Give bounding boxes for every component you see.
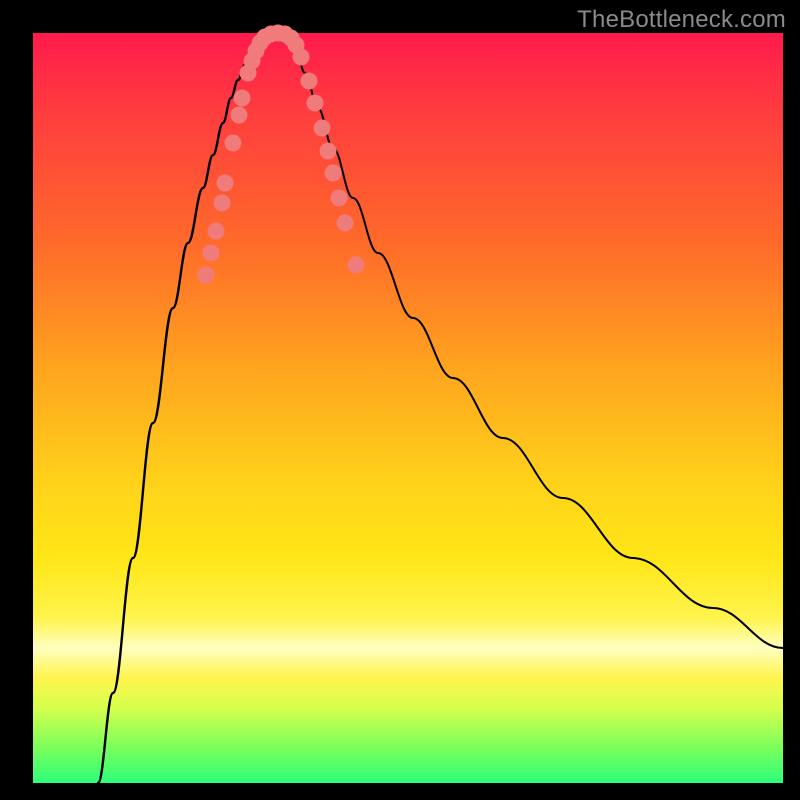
data-marker: [307, 95, 324, 112]
data-marker: [301, 73, 318, 90]
data-marker: [314, 120, 331, 137]
data-marker: [325, 165, 342, 182]
data-marker: [348, 257, 365, 274]
data-marker: [331, 190, 348, 207]
data-marker: [234, 90, 251, 107]
marker-group: [198, 25, 365, 284]
watermark-text: TheBottleneck.com: [577, 6, 786, 34]
curve-right-branch: [288, 35, 783, 648]
data-marker: [217, 175, 234, 192]
data-marker: [320, 143, 337, 160]
data-marker: [214, 195, 231, 212]
data-marker: [198, 267, 215, 284]
data-marker: [293, 49, 310, 66]
data-marker: [231, 107, 248, 124]
chart-frame: TheBottleneck.com: [0, 0, 800, 800]
data-marker: [337, 215, 354, 232]
chart-overlay: [33, 33, 783, 783]
data-marker: [208, 223, 225, 240]
data-marker: [225, 135, 242, 152]
data-marker: [203, 245, 220, 262]
